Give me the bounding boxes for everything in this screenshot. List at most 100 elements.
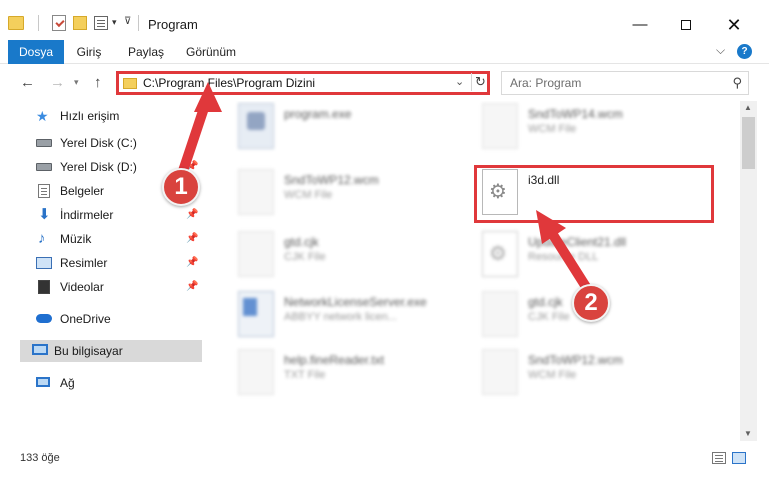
star-icon: ★ <box>36 108 49 124</box>
address-path[interactable]: C:\Program Files\Program Dizini <box>143 76 315 90</box>
file-item[interactable]: SndToWP12.wcm WCM File <box>474 345 714 403</box>
sidebar-item-label: Belgeler <box>60 184 105 198</box>
video-icon <box>38 280 50 294</box>
sidebar-item-music[interactable]: ♪ Müzik 📌 <box>30 228 202 250</box>
window-title: Program <box>148 17 198 32</box>
file-item[interactable]: gtd.cjk CJK File <box>230 227 470 285</box>
file-icon <box>238 349 274 395</box>
folder-icon <box>8 16 24 30</box>
pictures-icon <box>36 257 52 269</box>
dll-file-icon <box>482 231 518 277</box>
file-icon <box>238 169 274 215</box>
file-name: gtd.cjk <box>528 295 563 309</box>
file-type: WCM File <box>528 123 577 135</box>
sidebar-item-this-pc[interactable]: Bu bilgisayar <box>20 340 202 362</box>
file-type: CJK File <box>284 251 326 263</box>
sidebar-item-downloads[interactable]: ⬇ İndirmeler 📌 <box>30 204 202 226</box>
step-1-badge: 1 <box>162 168 200 206</box>
sidebar-item-label: Ağ <box>60 376 75 390</box>
file-icon <box>238 231 274 277</box>
search-input[interactable]: Ara: Program ⚲ <box>501 71 749 95</box>
minimize-button[interactable]: — <box>617 11 663 39</box>
refresh-icon[interactable]: ↻ <box>471 73 489 91</box>
cloud-icon <box>36 314 52 323</box>
sidebar-item-onedrive[interactable]: OneDrive <box>30 308 202 330</box>
sidebar-item-videos[interactable]: Videolar 📌 <box>30 276 202 298</box>
close-button[interactable]: ✕ <box>711 11 757 39</box>
scroll-thumb[interactable] <box>742 117 755 169</box>
navigation-bar: ← → ▾ ↑ C:\Program Files\Program Dizini … <box>0 65 769 101</box>
customize-toolbar-icon[interactable]: ⊽ <box>124 16 131 27</box>
music-icon: ♪ <box>38 230 46 247</box>
tab-share[interactable]: Paylaş <box>122 40 170 64</box>
sidebar-item-label: OneDrive <box>60 312 111 326</box>
search-icon[interactable]: ⚲ <box>732 75 742 91</box>
step-2-badge: 2 <box>572 284 610 322</box>
pin-icon[interactable]: 📌 <box>186 276 198 298</box>
sidebar-item-pictures[interactable]: Resimler 📌 <box>30 252 202 274</box>
navigation-pane: ★ Hızlı erişim Yerel Disk (C:) Yerel Dis… <box>0 101 210 441</box>
pin-icon[interactable]: 📌 <box>186 228 198 250</box>
file-type: Resource DLL <box>528 251 599 263</box>
help-icon[interactable]: ? <box>737 44 752 59</box>
file-list: program.exe SndToWP14.wcm WCM File SndTo… <box>210 101 740 441</box>
exe-file-icon <box>238 291 274 337</box>
new-folder-icon[interactable] <box>73 16 87 30</box>
pin-icon[interactable]: 📌 <box>186 252 198 274</box>
file-name: gtd.cjk <box>284 235 319 249</box>
documents-icon <box>38 184 50 198</box>
file-item[interactable]: UpdateClient21.dll Resource DLL <box>474 227 714 285</box>
details-view-icon[interactable] <box>712 452 726 464</box>
maximize-icon <box>681 20 691 31</box>
chevron-down-icon[interactable]: ⌄ <box>455 75 464 88</box>
tab-view[interactable]: Görünüm <box>178 40 244 64</box>
file-item[interactable]: SndToWP12.wcm WCM File <box>230 165 470 223</box>
status-bar: 133 öğe <box>0 446 769 482</box>
sidebar-item-label: Müzik <box>60 232 92 246</box>
file-name: SndToWP12.wcm <box>528 353 623 367</box>
sidebar-item-label: İndirmeler <box>60 208 114 222</box>
file-name: SndToWP14.wcm <box>528 107 623 121</box>
large-icons-view-icon[interactable] <box>732 452 746 464</box>
file-item[interactable]: SndToWP14.wcm WCM File <box>474 101 714 157</box>
title-bar: ▾ ⊽ Program — ✕ <box>0 0 769 40</box>
pin-icon[interactable]: 📌 <box>186 204 198 226</box>
expand-ribbon-icon[interactable]: ⌵ <box>716 43 725 58</box>
sidebar-item-disk-c[interactable]: Yerel Disk (C:) <box>30 132 202 154</box>
maximize-button[interactable] <box>663 11 709 39</box>
sidebar-item-label: Bu bilgisayar <box>54 344 123 358</box>
ribbon-tabs: Dosya Giriş Paylaş Görünüm ⌵ ? <box>0 40 769 64</box>
address-bar[interactable]: C:\Program Files\Program Dizini ⌄ ↻ <box>116 71 490 95</box>
scroll-up-icon[interactable]: ▲ <box>744 103 752 112</box>
file-type: ABBYY network licen... <box>284 311 397 323</box>
sidebar-item-label: Yerel Disk (D:) <box>60 160 137 174</box>
back-button[interactable]: ← <box>20 74 35 91</box>
file-item[interactable]: help.fineReader.txt TXT File <box>230 345 470 403</box>
file-type: WCM File <box>284 189 333 201</box>
network-icon <box>36 377 50 387</box>
file-name: help.fineReader.txt <box>284 353 385 367</box>
item-count: 133 öğe <box>20 452 60 464</box>
up-button[interactable]: ↑ <box>94 74 102 91</box>
file-name: program.exe <box>284 107 352 121</box>
forward-button[interactable]: → <box>50 74 65 91</box>
chevron-down-icon[interactable]: ▾ <box>112 17 117 28</box>
file-icon <box>482 103 518 149</box>
file-type: CJK File <box>528 311 570 323</box>
file-item[interactable]: program.exe <box>230 101 470 157</box>
vertical-scrollbar[interactable]: ▲ ▼ <box>740 101 757 441</box>
tab-home[interactable]: Giriş <box>66 40 112 64</box>
tab-file[interactable]: Dosya <box>8 40 64 64</box>
sidebar-item-network[interactable]: Ağ <box>30 372 202 394</box>
recent-locations-icon[interactable]: ▾ <box>74 77 79 88</box>
sidebar-item-label: Videolar <box>60 280 104 294</box>
file-item[interactable]: NetworkLicenseServer.exe ABBYY network l… <box>230 287 470 345</box>
properties-icon[interactable] <box>94 16 108 30</box>
properties-check-icon[interactable] <box>52 15 66 31</box>
scroll-down-icon[interactable]: ▼ <box>744 429 752 438</box>
file-name: SndToWP12.wcm <box>284 173 379 187</box>
file-name: UpdateClient21.dll <box>528 235 627 249</box>
file-icon <box>482 291 518 337</box>
sidebar-item-quick-access[interactable]: ★ Hızlı erişim <box>30 105 202 127</box>
folder-icon <box>123 78 137 89</box>
